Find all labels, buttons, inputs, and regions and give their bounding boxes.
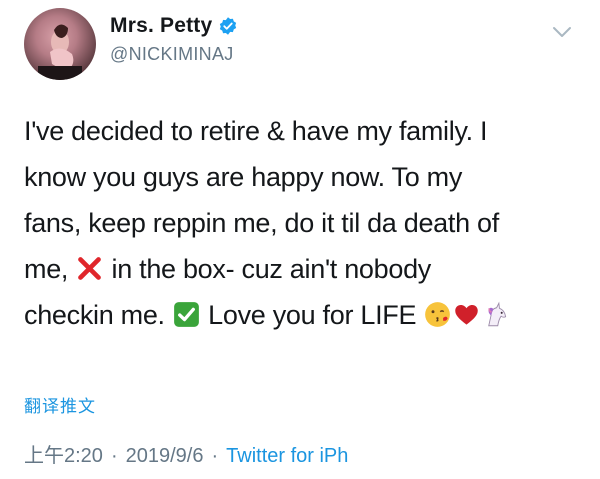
translate-tweet-link[interactable]: 翻译推文 — [24, 392, 96, 417]
tweet-line-4: me, in the box- cuz ain't nobody — [24, 246, 584, 292]
tweet-source-link[interactable]: Twitter for iPh — [226, 445, 348, 467]
avatar[interactable] — [24, 8, 96, 80]
tweet-line-4-end: in the box- cuz ain't nobody — [111, 254, 432, 284]
tweet-line-3: fans, keep reppin me, do it til da death… — [24, 208, 499, 238]
tweet-metadata: 上午2:20 · 2019/9/6 · Twitter for iPh — [24, 439, 348, 468]
display-name[interactable]: Mrs. Petty — [110, 14, 212, 38]
tweet-time[interactable]: 上午2:20 — [24, 445, 103, 467]
kissing-face-icon — [424, 296, 451, 327]
separator-dot: · — [110, 445, 118, 467]
tweet-line-5-start: checkin me. — [24, 300, 165, 330]
tweet-line-4-start: me, — [24, 254, 69, 284]
red-heart-icon — [453, 296, 480, 325]
text-fade-overlay — [380, 436, 450, 470]
chevron-down-icon[interactable] — [551, 24, 573, 40]
separator-dot: · — [211, 445, 219, 467]
tweet-date[interactable]: 2019/9/6 — [126, 445, 204, 467]
cross-mark-icon — [76, 250, 103, 280]
tweet-text: I've decided to retire & have my family.… — [24, 108, 584, 338]
verified-badge-icon — [218, 16, 238, 36]
name-row: Mrs. Petty — [110, 12, 238, 40]
tweet-line-1: I've decided to retire & have my family.… — [24, 116, 488, 146]
check-mark-button-icon — [173, 296, 200, 327]
tweet-line-5-end: Love you for LIFE — [208, 300, 417, 330]
unicorn-icon — [482, 296, 509, 327]
tweet-line-5: checkin me. Love you for LIFE — [24, 292, 584, 338]
avatar-image — [38, 24, 82, 80]
user-handle[interactable]: @NICKIMINAJ — [110, 44, 234, 65]
tweet-line-2: know you guys are happy now. To my — [24, 162, 463, 192]
tweet-card: Mrs. Petty @NICKIMINAJ I've decided to r… — [0, 0, 600, 479]
